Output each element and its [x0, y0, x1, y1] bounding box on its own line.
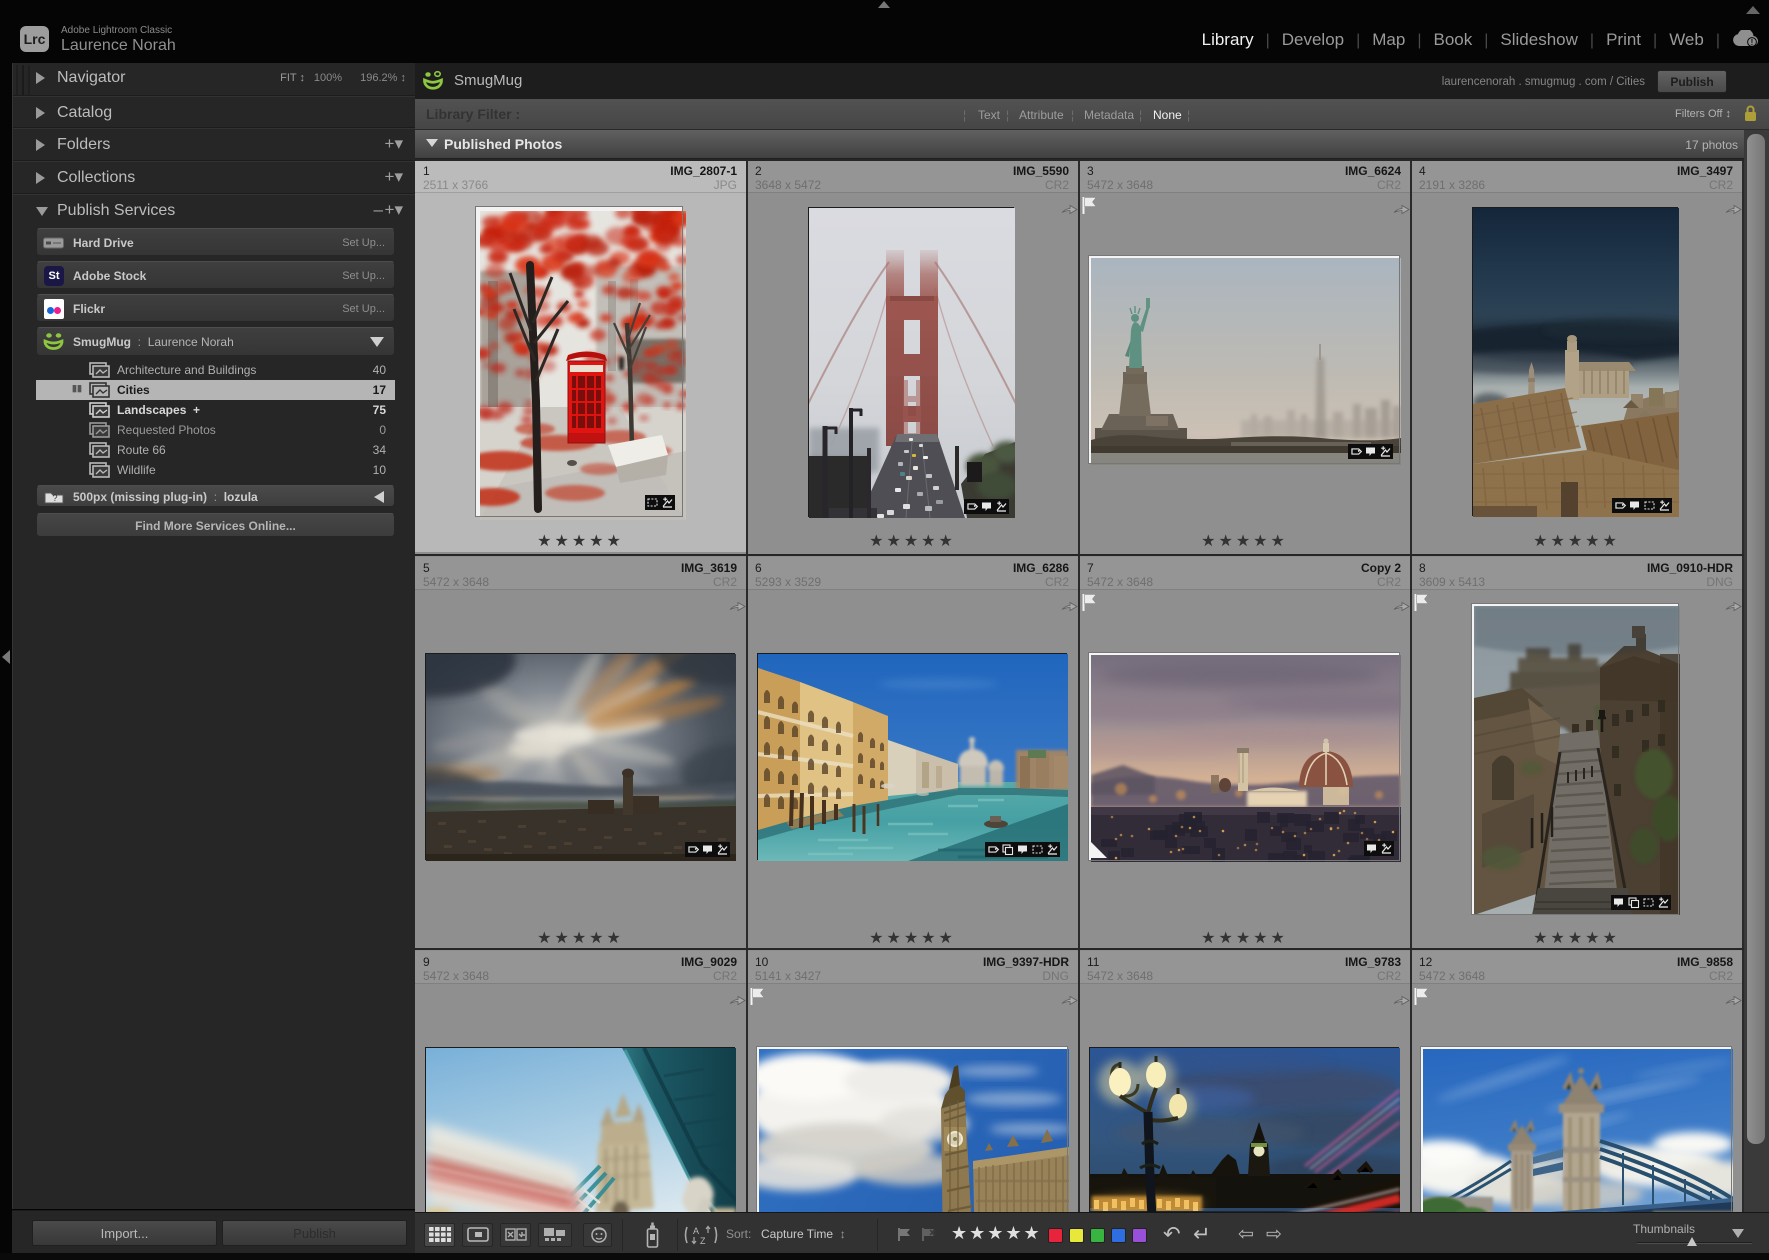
- svg-text:?: ?: [52, 493, 57, 503]
- svg-text:!: !: [1751, 38, 1754, 47]
- svg-text:A: A: [693, 1226, 699, 1236]
- svg-text:Z: Z: [700, 1236, 706, 1246]
